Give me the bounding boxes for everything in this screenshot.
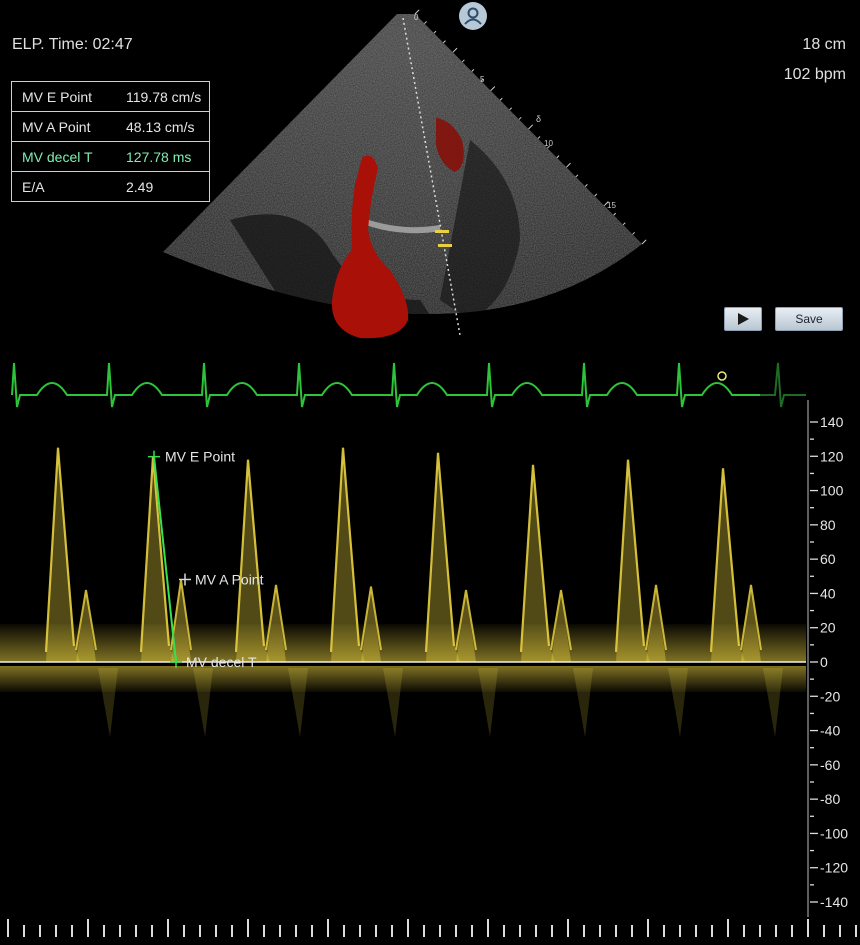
measurement-table: MV E Point 119.78 cm/s MV A Point 48.13 cm/… — [10, 81, 211, 202]
ruler-tick — [461, 59, 465, 63]
scale-label: 120 — [820, 448, 844, 464]
ecg-line — [11, 362, 772, 408]
a-point-label: MV A Point — [195, 571, 264, 587]
measurement-value: 119.78 cm/s — [126, 88, 202, 105]
cardiac-beat — [614, 459, 688, 737]
a-wave-fill — [266, 584, 286, 662]
scale-label: 0 — [820, 654, 828, 670]
cardiac-beat — [139, 456, 213, 737]
measurement-label: E/A — [22, 178, 45, 195]
ruler-tick — [622, 222, 626, 226]
spectral-waveforms — [0, 447, 806, 737]
scale-label: -100 — [820, 825, 848, 841]
doppler-spectrum: 140 120 100 80 60 40 20 0 -20 -40 -60 -80 -100 -120 -1… — [0, 362, 857, 937]
sample-gate-bottom — [438, 244, 452, 247]
ecg-faded — [760, 362, 806, 408]
scale-label: 60 — [820, 551, 836, 567]
cardiac-beat — [424, 452, 498, 737]
ruler-tick — [424, 21, 427, 24]
measurement-value: 127.78 ms — [126, 148, 192, 165]
ruler-tick — [594, 193, 598, 197]
scale-label: 140 — [820, 414, 844, 430]
reverse-flow — [383, 668, 403, 737]
ruler-tick — [584, 184, 588, 187]
measurement-label: MV decel T — [22, 148, 93, 165]
ruler-tick — [471, 69, 475, 72]
ruler-tick — [565, 162, 571, 168]
ruler-tick — [556, 155, 560, 159]
scale-label: 40 — [820, 585, 836, 601]
ruler-tick — [528, 124, 534, 130]
user-icon[interactable] — [459, 2, 487, 30]
measurement-row: MV A Point 48.13 cm/s — [10, 111, 211, 142]
depth-label-0: 0 — [414, 13, 419, 22]
decel-label: MV decel T — [186, 654, 257, 670]
depth-label-5: 5 — [480, 75, 485, 84]
ruler-tick — [509, 107, 513, 111]
ruler-tick — [575, 174, 579, 178]
scale-label: -20 — [820, 688, 840, 704]
reverse-flow — [478, 668, 498, 737]
reverse-flow — [668, 668, 688, 737]
ruler-tick — [537, 136, 541, 139]
measurement-value: 2.49 — [126, 178, 154, 195]
ecg-cursor — [717, 371, 727, 381]
a-wave-fill — [741, 584, 761, 662]
ruler-tick — [632, 231, 635, 235]
e-point-label: MV E Point — [165, 449, 235, 465]
measurement-row: E/A 2.49 — [10, 171, 211, 202]
ruler-tick — [443, 40, 446, 44]
depth-label-15: 15 — [607, 201, 616, 210]
cardiac-beat — [519, 464, 593, 737]
scale-label: -80 — [820, 791, 840, 807]
play-icon — [738, 313, 749, 325]
scale-label: -60 — [820, 757, 840, 773]
cardiac-beat — [234, 459, 308, 737]
ruler-tick — [613, 212, 617, 216]
time-axis — [7, 919, 857, 937]
ruler-tick — [490, 86, 496, 92]
ruler-tick — [518, 116, 522, 120]
scale-label: 20 — [820, 620, 836, 636]
measurement-cell: MV decel T 127.78 ms — [10, 141, 211, 172]
reverse-flow — [98, 668, 118, 737]
scale-label: -120 — [820, 860, 848, 876]
depth-label-10: 10 — [544, 139, 553, 148]
ruler-tick — [499, 97, 503, 101]
reverse-flow — [763, 668, 783, 737]
noise-band-positive — [0, 624, 806, 662]
sample-gate-top — [435, 230, 449, 233]
a-wave-fill — [646, 584, 666, 662]
cardiac-beat — [44, 447, 118, 737]
measurement-row: MV E Point 119.78 cm/s — [10, 81, 211, 112]
scale-label: -40 — [820, 723, 840, 739]
measurement-cell: MV A Point 48.13 cm/s — [10, 111, 211, 142]
ruler-tick — [452, 47, 458, 53]
measurement-value: 48.13 cm/s — [126, 118, 195, 135]
measurement-cell: E/A 2.49 — [10, 171, 211, 202]
reverse-flow — [288, 668, 308, 737]
ruler-tick — [641, 239, 647, 245]
orientation-mark: δ — [536, 114, 541, 124]
reverse-flow — [573, 668, 593, 737]
measurement-row: MV decel T 127.78 ms — [10, 141, 211, 172]
scale-label: 100 — [820, 483, 844, 499]
measurement-label: MV E Point — [22, 88, 93, 105]
reverse-flow — [193, 668, 213, 737]
ruler-tick — [433, 30, 437, 34]
measurement-cell: MV E Point 119.78 cm/s — [10, 81, 211, 112]
cardiac-beat — [709, 468, 783, 737]
measurement-label: MV A Point — [22, 118, 91, 135]
scale-label: -140 — [820, 894, 848, 910]
cardiac-beat — [329, 447, 403, 737]
scale-label: 80 — [820, 517, 836, 533]
play-button[interactable] — [724, 307, 762, 331]
ecg-trace — [11, 362, 806, 408]
save-button[interactable]: Save — [775, 307, 843, 331]
